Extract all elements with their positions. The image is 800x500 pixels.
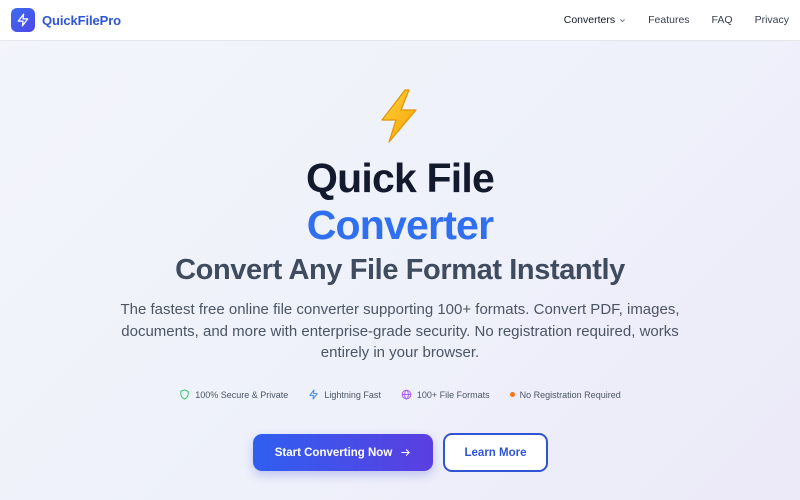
hero-subtitle: Convert Any File Format Instantly — [175, 254, 625, 286]
nav-privacy-link[interactable]: Privacy — [755, 14, 789, 26]
lightning-icon — [309, 389, 318, 400]
feature-fast-label: Lightning Fast — [324, 389, 381, 400]
brand-name: QuickFilePro — [42, 12, 121, 28]
globe-icon — [401, 389, 412, 400]
nav-features-link[interactable]: Features — [648, 14, 689, 26]
top-navbar: QuickFilePro Converters Features FAQ Pri… — [0, 0, 800, 41]
arrow-right-icon — [401, 449, 410, 456]
nav-faq-link[interactable]: FAQ — [712, 14, 733, 26]
feature-secure: 100% Secure & Private — [179, 389, 288, 400]
chevron-down-icon — [620, 18, 626, 22]
hero-title-line-2: Converter — [306, 202, 494, 248]
feature-no-registration: No Registration Required — [509, 389, 621, 400]
hero-description: The fastest free online file converter s… — [120, 301, 680, 361]
feature-badges: 100% Secure & Private Lightning Fast 100… — [0, 389, 800, 400]
start-converting-button[interactable]: Start Converting Now — [253, 434, 433, 471]
feature-secure-label: 100% Secure & Private — [195, 389, 289, 400]
hero-section: Quick File Converter Convert Any File Fo… — [0, 41, 800, 500]
lightning-bolt-icon — [381, 89, 417, 143]
learn-more-label: Learn More — [464, 446, 527, 459]
feature-formats-label: 100+ File Formats — [416, 389, 490, 400]
shield-icon — [180, 389, 189, 400]
brand[interactable]: QuickFilePro — [11, 8, 121, 32]
dot-icon — [509, 392, 515, 397]
feature-fast: Lightning Fast — [308, 389, 381, 400]
nav-converters-dropdown[interactable]: Converters — [564, 14, 626, 26]
feature-no-registration-label: No Registration Required — [519, 389, 621, 400]
lightning-logo-icon — [11, 8, 35, 32]
start-converting-label: Start Converting Now — [274, 446, 393, 459]
nav-links: Converters Features FAQ Privacy — [564, 14, 789, 26]
hero-title-line-1: Quick File — [306, 155, 495, 201]
learn-more-button[interactable]: Learn More — [443, 433, 548, 472]
feature-formats: 100+ File Formats — [401, 389, 490, 400]
nav-converters-label: Converters — [563, 14, 616, 26]
